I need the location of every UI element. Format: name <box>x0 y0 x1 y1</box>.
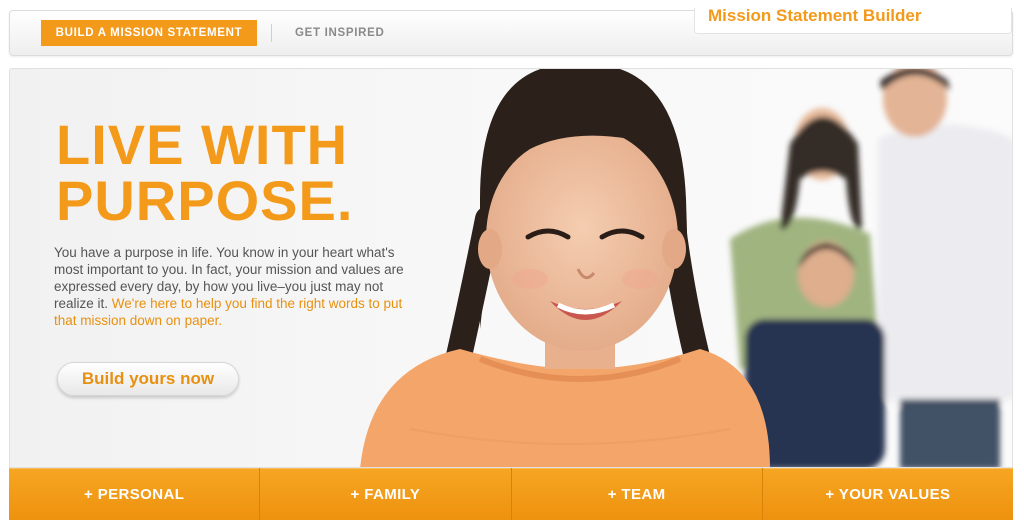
tab-your-values[interactable]: + YOUR VALUES <box>762 468 1013 520</box>
nav-divider <box>271 24 272 42</box>
hero-description: You have a purpose in life. You know in … <box>54 244 414 329</box>
brand-title: Mission Statement Builder <box>708 6 922 25</box>
tab-team[interactable]: + TEAM <box>511 468 763 520</box>
headline-line-2: PURPOSE. <box>56 169 354 232</box>
headline-line-1: LIVE WITH <box>56 113 349 176</box>
get-inspired-tab[interactable]: GET INSPIRED <box>295 20 385 46</box>
tab-family[interactable]: + FAMILY <box>260 468 512 520</box>
tab-personal[interactable]: + PERSONAL <box>9 468 261 520</box>
hero-banner: LIVE WITH PURPOSE. You have a purpose in… <box>9 68 1013 468</box>
build-mission-statement-tab[interactable]: BUILD A MISSION STATEMENT <box>41 20 257 46</box>
hero-headline: LIVE WITH PURPOSE. <box>56 117 353 229</box>
build-yours-now-button[interactable]: Build yours now <box>57 362 239 396</box>
category-tabs: + PERSONAL + FAMILY + TEAM + YOUR VALUES <box>9 468 1013 520</box>
